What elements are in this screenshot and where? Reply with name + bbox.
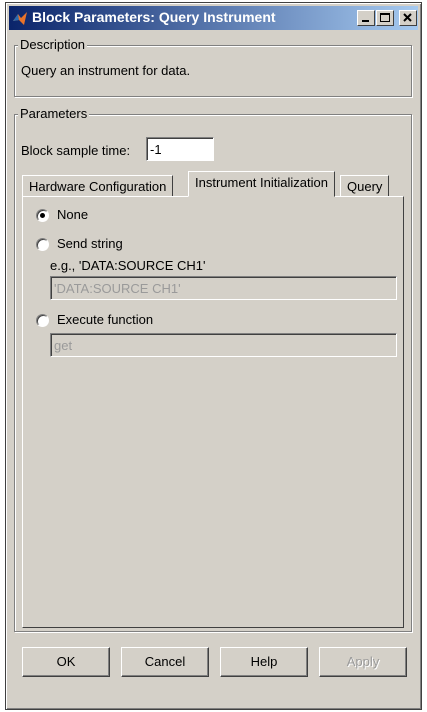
description-group: Description Query an instrument for data…: [14, 37, 412, 97]
execute-function-input[interactable]: [50, 333, 397, 357]
radio-none[interactable]: [36, 209, 49, 222]
close-icon: [403, 13, 412, 22]
maximize-icon: [380, 13, 390, 22]
radio-none-label[interactable]: None: [57, 207, 88, 222]
tab-hardware-configuration[interactable]: Hardware Configuration: [22, 175, 174, 197]
send-string-input[interactable]: [50, 276, 397, 300]
help-button[interactable]: Help: [220, 647, 308, 677]
apply-button[interactable]: Apply: [319, 647, 407, 677]
sample-time-input[interactable]: [146, 137, 214, 161]
radio-execute-function[interactable]: [36, 314, 49, 327]
parameters-group: Parameters Block sample time: Hardware C…: [14, 106, 412, 632]
tab-instrument-initialization[interactable]: Instrument Initialization: [188, 171, 335, 197]
title-bar[interactable]: Block Parameters: Query Instrument: [9, 6, 418, 30]
tab-label: Instrument Initialization: [195, 175, 328, 190]
description-text: Query an instrument for data.: [21, 63, 191, 78]
radio-send-string[interactable]: [36, 238, 49, 251]
parameters-legend: Parameters: [18, 106, 90, 121]
close-button[interactable]: [399, 10, 417, 26]
matlab-logo-icon: [13, 12, 27, 25]
tab-query[interactable]: Query: [340, 175, 390, 197]
instrument-initialization-panel: None Send string e.g., 'DATA:SOURCE CH1'…: [22, 196, 404, 628]
sample-time-label: Block sample time:: [21, 143, 131, 158]
tab-label: Hardware Configuration: [29, 179, 167, 194]
window-title: Block Parameters: Query Instrument: [32, 9, 276, 25]
radio-send-string-label[interactable]: Send string: [57, 236, 123, 251]
ok-button[interactable]: OK: [22, 647, 110, 677]
tab-label: Query: [347, 179, 383, 194]
minimize-icon: [362, 20, 369, 22]
send-string-hint: e.g., 'DATA:SOURCE CH1': [50, 258, 206, 273]
minimize-button[interactable]: [357, 10, 375, 26]
cancel-button[interactable]: Cancel: [121, 647, 209, 677]
radio-selected-dot: [40, 213, 45, 218]
radio-execute-function-label[interactable]: Execute function: [57, 312, 153, 327]
maximize-button[interactable]: [376, 10, 394, 26]
description-legend: Description: [18, 37, 88, 52]
block-parameters-window: Block Parameters: Query Instrument Descr…: [5, 2, 422, 710]
